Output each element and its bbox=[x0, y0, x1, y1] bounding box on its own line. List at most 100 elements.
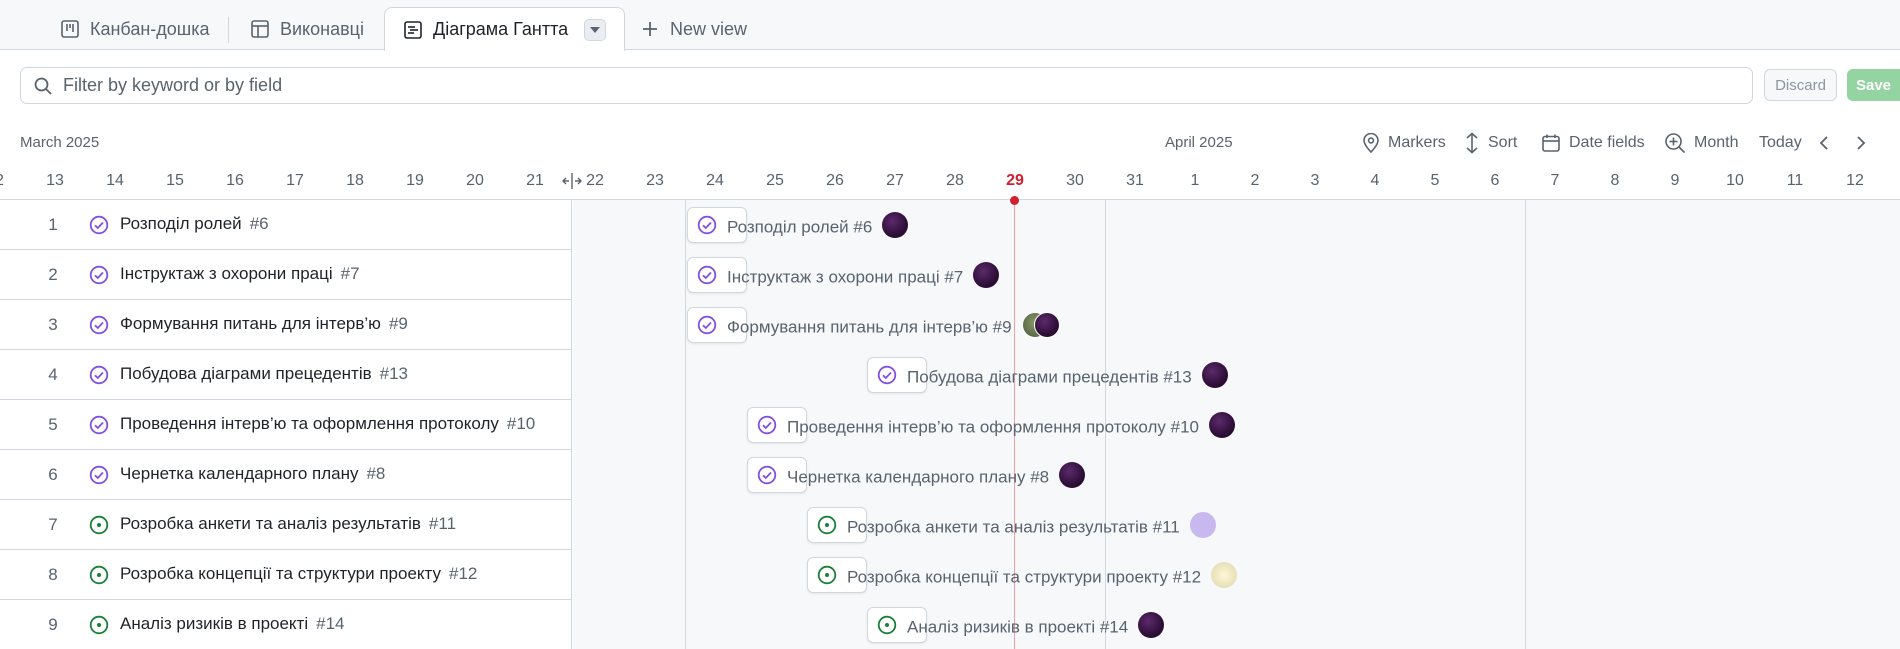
task-title[interactable]: Проведення інтерв’ю та оформлення проток… bbox=[120, 414, 535, 434]
issue-closed-icon bbox=[89, 365, 109, 385]
task-title[interactable]: Розробка концепції та структури проекту #… bbox=[120, 564, 477, 584]
task-row[interactable]: 3 Формування питань для інтерв’ю #9 bbox=[0, 300, 572, 350]
issue-open-icon bbox=[89, 565, 109, 585]
issue-number: #13 bbox=[379, 364, 409, 383]
day-label: 2 bbox=[1250, 172, 1260, 189]
day-label: 20 bbox=[466, 172, 484, 189]
day-label: 17 bbox=[286, 172, 304, 189]
week-gridline bbox=[1525, 200, 1526, 649]
task-row[interactable]: 7 Розробка анкети та аналіз результатів #1… bbox=[0, 500, 572, 550]
task-bar-label: Чернетка календарного плану #8 bbox=[787, 462, 1086, 491]
task-title[interactable]: Побудова діаграми прецедентів #13 bbox=[120, 364, 408, 384]
task-bar-label: Розробка анкети та аналіз результатів #1… bbox=[847, 512, 1216, 541]
task-row[interactable]: 4 Побудова діаграми прецедентів #13 bbox=[0, 350, 572, 400]
zoom-level-button[interactable]: Month bbox=[1664, 130, 1738, 156]
tab-assignees[interactable]: Виконавці bbox=[250, 7, 364, 51]
issue-closed-icon bbox=[697, 215, 717, 235]
plus-icon bbox=[643, 22, 657, 36]
resize-horizontal-icon bbox=[562, 173, 582, 189]
issue-open-icon bbox=[89, 615, 109, 635]
location-pin-icon bbox=[1363, 133, 1379, 153]
save-button[interactable]: Save bbox=[1847, 69, 1900, 101]
day-label: 30 bbox=[1066, 172, 1084, 189]
day-label: 10 bbox=[1726, 172, 1744, 189]
task-title[interactable]: Аналіз ризиків в проекті #14 bbox=[120, 614, 345, 634]
search-icon bbox=[34, 77, 52, 95]
day-label: 5 bbox=[1430, 172, 1440, 189]
tab-label: Діаграма Гантта bbox=[433, 19, 569, 39]
day-label: 31 bbox=[1126, 172, 1144, 189]
task-title[interactable]: Розподіл ролей #6 bbox=[120, 214, 269, 234]
tab-kanban-board[interactable]: Канбан-дошка bbox=[60, 7, 210, 51]
tab-options-button[interactable] bbox=[584, 18, 607, 41]
issue-number: #12 bbox=[449, 564, 478, 583]
avatar bbox=[973, 262, 1000, 288]
day-label: 14 bbox=[106, 172, 124, 189]
avatar bbox=[1208, 412, 1235, 438]
task-title[interactable]: Інструктаж з охорони праці #7 bbox=[120, 264, 360, 284]
day-label: 7 bbox=[1550, 172, 1560, 189]
triangle-down-icon bbox=[590, 26, 601, 33]
month-label-march: March 2025 bbox=[20, 134, 100, 151]
sort-button[interactable]: Sort bbox=[1464, 130, 1517, 156]
discard-button[interactable]: Discard bbox=[1764, 69, 1837, 101]
task-title[interactable]: Чернетка календарного плану #8 bbox=[120, 464, 385, 484]
avatar bbox=[1138, 612, 1165, 638]
view-tab-bar: Канбан-дошка Виконавці Діаграма Гантта N… bbox=[0, 0, 1900, 51]
previous-period-button[interactable] bbox=[1818, 130, 1838, 156]
issue-number: #8 bbox=[366, 464, 386, 483]
task-row[interactable]: 1 Розподіл ролей #6 bbox=[0, 200, 572, 250]
sort-arrows-icon bbox=[1466, 132, 1478, 154]
day-label: 11 bbox=[1786, 172, 1804, 189]
today-marker-dot bbox=[1010, 196, 1019, 205]
task-bar-label: Розподіл ролей #6 bbox=[727, 212, 909, 241]
day-label: 1 bbox=[1190, 172, 1200, 189]
day-label: 19 bbox=[406, 172, 424, 189]
day-label: 25 bbox=[766, 172, 784, 189]
task-title-text: Аналіз ризиків в проекті bbox=[120, 614, 309, 633]
task-row[interactable]: 9 Аналіз ризиків в проекті #14 bbox=[0, 600, 572, 649]
new-view-button[interactable]: New view bbox=[640, 7, 747, 51]
task-title-text: Чернетка календарного плану bbox=[120, 464, 359, 483]
task-title[interactable]: Формування питань для інтерв’ю #9 bbox=[120, 314, 408, 334]
filter-input[interactable] bbox=[63, 75, 1663, 96]
day-label: 15 bbox=[166, 172, 184, 189]
day-label: 28 bbox=[946, 172, 964, 189]
day-label: 27 bbox=[886, 172, 904, 189]
assignee-avatars bbox=[1021, 312, 1060, 338]
task-bar-label: Аналіз ризиків в проекті #14 bbox=[907, 612, 1165, 641]
sort-label: Sort bbox=[1488, 134, 1518, 151]
task-row[interactable]: 2 Інструктаж з охорони праці #7 bbox=[0, 250, 572, 300]
markers-button[interactable]: Markers bbox=[1362, 130, 1446, 156]
day-label: 13 bbox=[46, 172, 64, 189]
day-label: 18 bbox=[346, 172, 364, 189]
task-bar-text: Розподіл ролей #6 bbox=[727, 217, 873, 237]
day-label: 9 bbox=[1670, 172, 1680, 189]
date-fields-button[interactable]: Date fields bbox=[1541, 130, 1645, 156]
task-title[interactable]: Розробка анкети та аналіз результатів #11 bbox=[120, 514, 456, 534]
issue-number: #10 bbox=[506, 414, 536, 433]
issue-number: #11 bbox=[428, 514, 457, 533]
today-label: Today bbox=[1759, 134, 1802, 151]
avatar bbox=[1189, 512, 1216, 538]
pane-resize-handle[interactable] bbox=[562, 170, 582, 192]
week-gridline bbox=[685, 200, 686, 649]
day-label: 6 bbox=[1490, 172, 1500, 189]
filter-bar[interactable] bbox=[20, 67, 1753, 104]
tab-gantt-chart[interactable]: Діаграма Гантта bbox=[384, 7, 626, 51]
day-label: 8 bbox=[1610, 172, 1620, 189]
task-row[interactable]: 6 Чернетка календарного плану #8 bbox=[0, 450, 572, 500]
task-title-text: Розробка концепції та структури проекту bbox=[120, 564, 442, 583]
task-title-text: Проведення інтерв’ю та оформлення проток… bbox=[120, 414, 499, 433]
issue-closed-icon bbox=[89, 315, 109, 335]
today-button[interactable]: Today bbox=[1759, 130, 1802, 156]
next-period-button[interactable] bbox=[1855, 130, 1875, 156]
issue-open-icon bbox=[877, 615, 897, 635]
row-number: 2 bbox=[48, 265, 58, 284]
task-row[interactable]: 8 Розробка концепції та структури проекту… bbox=[0, 550, 572, 600]
row-number: 9 bbox=[48, 615, 58, 634]
day-label: 23 bbox=[646, 172, 664, 189]
day-label: 12 bbox=[0, 172, 15, 190]
task-row[interactable]: 5 Проведення інтерв’ю та оформлення прото… bbox=[0, 400, 572, 450]
row-number: 1 bbox=[48, 215, 58, 234]
